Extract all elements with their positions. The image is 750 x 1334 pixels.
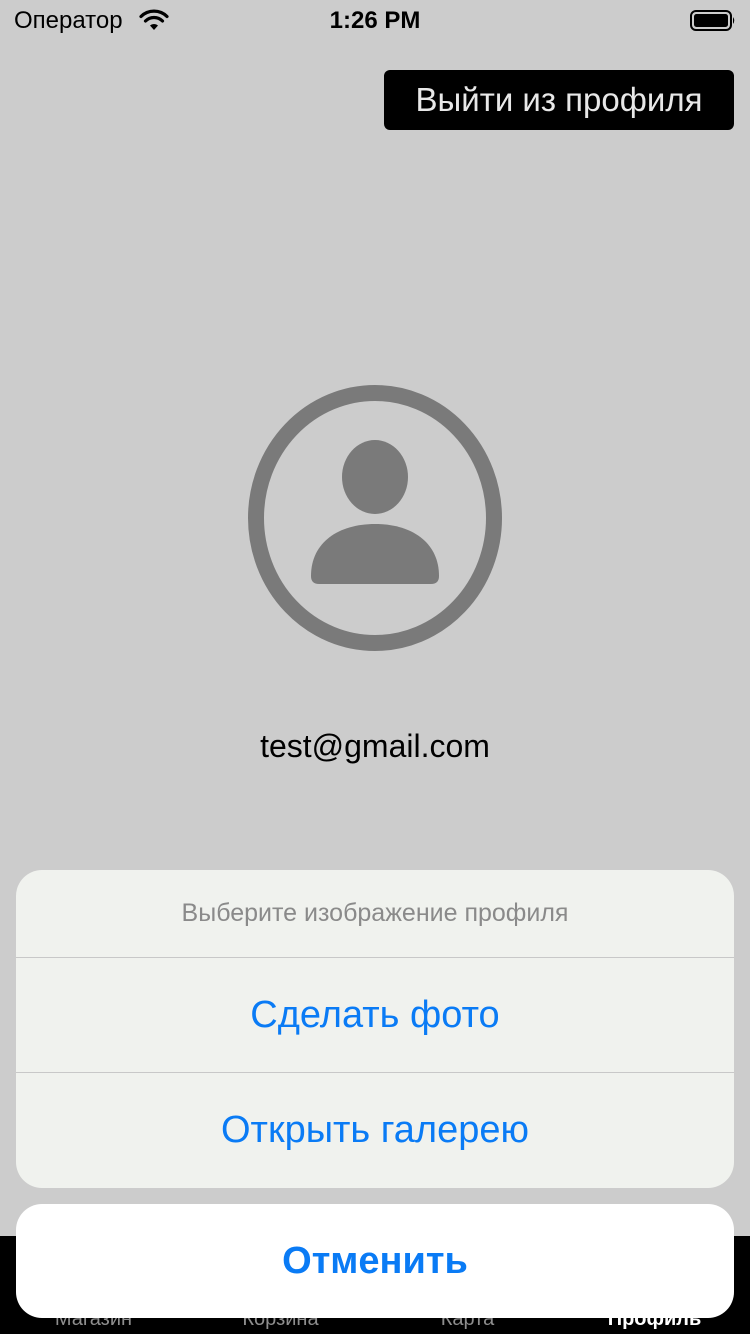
- cancel-button[interactable]: Отменить: [16, 1204, 734, 1318]
- profile-screen: Оператор 1:26 PM Выйти из профиля test@g…: [0, 0, 750, 1334]
- action-sheet-title: Выберите изображение профиля: [16, 870, 734, 958]
- open-gallery-button[interactable]: Открыть галерею: [16, 1073, 734, 1188]
- action-sheet: Выберите изображение профиля Сделать фот…: [16, 870, 734, 1188]
- take-photo-button[interactable]: Сделать фото: [16, 958, 734, 1073]
